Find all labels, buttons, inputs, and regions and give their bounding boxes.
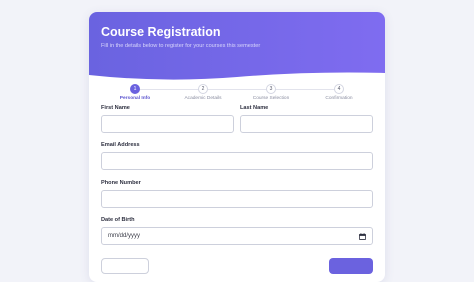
step-label: Academic Details (184, 96, 222, 101)
page-title: Course Registration (101, 25, 221, 39)
dob-field[interactable]: mm/dd/yyyy (101, 227, 373, 245)
back-button[interactable] (101, 258, 149, 274)
next-button[interactable] (329, 258, 373, 274)
dob-placeholder: mm/dd/yyyy (108, 233, 141, 239)
email-label: Email Address (101, 142, 140, 148)
step-label: Confirmation (325, 96, 353, 101)
step-number: 4 (334, 84, 344, 94)
step-number: 2 (198, 84, 208, 94)
step-personal-info[interactable]: 1 Personal Info (100, 71, 170, 101)
first-name-field[interactable] (101, 115, 234, 133)
last-name-field[interactable] (240, 115, 373, 133)
step-confirmation[interactable]: 4 Confirmation (304, 71, 374, 101)
step-label: Course Selection (252, 96, 290, 101)
first-name-label: First Name (101, 105, 130, 111)
step-academic-details[interactable]: 2 Academic Details (168, 71, 238, 101)
last-name-label: Last Name (240, 105, 269, 111)
email-field[interactable] (101, 152, 373, 170)
calendar-icon[interactable] (359, 233, 366, 240)
step-label: Personal Info (119, 96, 151, 101)
progress-stepper: 1 Personal Info 2 Academic Details 3 Cou… (89, 71, 385, 107)
step-number: 3 (266, 84, 276, 94)
phone-label: Phone Number (101, 180, 141, 186)
dob-label: Date of Birth (101, 217, 135, 223)
registration-card: Course Registration Fill in the details … (89, 12, 385, 282)
step-number: 1 (130, 84, 140, 94)
page-subtitle: Fill in the details below to register fo… (101, 43, 261, 49)
phone-field[interactable] (101, 190, 373, 208)
step-course-selection[interactable]: 3 Course Selection (236, 71, 306, 101)
